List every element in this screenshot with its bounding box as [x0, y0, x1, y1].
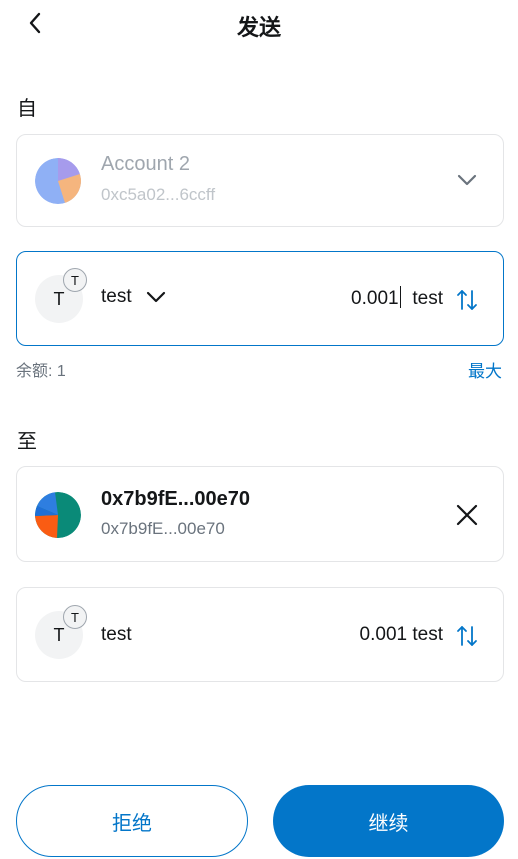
recipient-card: 0x7b9fE...00e70 0x7b9fE...00e70 — [16, 466, 504, 562]
amount-input[interactable]: 0.001 test — [351, 286, 443, 310]
token-selector[interactable]: test — [101, 286, 166, 308]
max-button[interactable]: 最大 — [468, 357, 502, 382]
recipient-name: 0x7b9fE...00e70 — [101, 488, 250, 510]
swap-arrows-icon[interactable] — [455, 288, 479, 312]
amount-unit: test — [412, 288, 443, 309]
token-name: test — [101, 286, 132, 307]
from-account-name: Account 2 — [101, 153, 190, 175]
asset-amount-card: T T test 0.001 test — [16, 251, 504, 346]
token-name: test — [101, 624, 132, 645]
balance-text: 余额: 1 — [16, 363, 66, 380]
header: 发送 — [0, 0, 518, 50]
from-account-selector[interactable]: Account 2 0xc5a02...6ccff — [16, 134, 504, 227]
recipient-address: 0x7b9fE...00e70 — [101, 519, 225, 538]
text-cursor — [399, 286, 402, 308]
account-avatar — [35, 158, 81, 204]
chevron-down-icon — [146, 291, 165, 303]
to-label: 至 — [17, 431, 37, 453]
network-badge: T — [63, 605, 87, 629]
amount-value: 0.001 — [351, 288, 399, 309]
receive-asset-card: T T test 0.001 test — [16, 587, 504, 682]
from-label: 自 — [17, 98, 37, 120]
network-badge: T — [63, 268, 87, 292]
reject-button[interactable]: 拒绝 — [16, 785, 248, 857]
close-icon[interactable] — [456, 504, 478, 526]
from-account-address: 0xc5a02...6ccff — [101, 185, 216, 204]
swap-arrows-icon[interactable] — [455, 624, 479, 648]
recipient-avatar — [35, 492, 81, 538]
receive-amount: 0.001 test — [359, 624, 443, 645]
chevron-down-icon — [457, 174, 477, 186]
page-title: 发送 — [236, 15, 281, 40]
continue-button[interactable]: 继续 — [273, 785, 504, 857]
